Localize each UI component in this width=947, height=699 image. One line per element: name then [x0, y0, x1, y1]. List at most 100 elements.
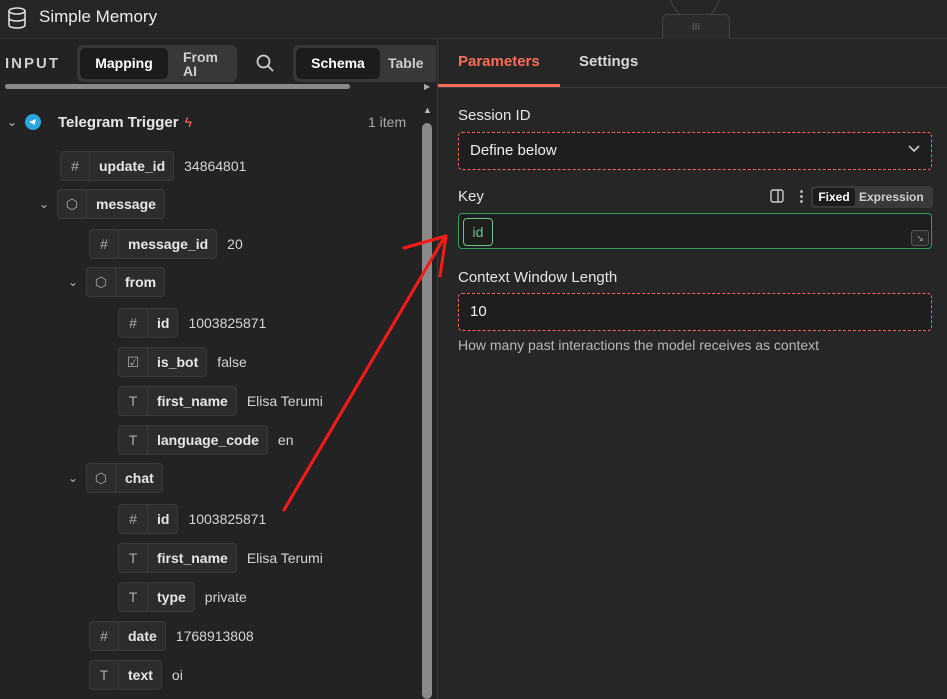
- chevron-down-icon[interactable]: ⌄: [66, 275, 80, 289]
- chevron-down-icon[interactable]: ⌄: [66, 471, 80, 485]
- field-value: false: [217, 354, 247, 370]
- text-type-icon: T: [119, 544, 148, 572]
- tab-table[interactable]: Table: [388, 48, 436, 79]
- context-window-value: 10: [470, 303, 487, 320]
- number-icon: #: [119, 505, 148, 533]
- parameters-panel: Parameters Settings Session ID Define be…: [437, 39, 947, 699]
- session-id-label: Session ID: [458, 107, 531, 124]
- field-pill[interactable]: # update_id: [60, 151, 175, 181]
- tree-row[interactable]: Ttype private: [118, 582, 247, 612]
- number-icon: #: [90, 230, 119, 258]
- tree-row[interactable]: ⌄ ⬡ chat: [66, 463, 163, 493]
- tab-settings[interactable]: Settings: [579, 53, 638, 70]
- context-window-hint: How many past interactions the model rec…: [458, 337, 820, 353]
- field-pill[interactable]: ⬡ message: [57, 189, 165, 219]
- session-id-value: Define below: [470, 142, 557, 159]
- field-value: en: [277, 432, 294, 448]
- tab-schema[interactable]: Schema: [296, 48, 380, 79]
- key-token[interactable]: id: [463, 218, 493, 246]
- horizontal-scrollbar[interactable]: [5, 84, 350, 89]
- node-name: Telegram Trigger: [58, 113, 179, 131]
- key-label: Key: [458, 188, 484, 205]
- tree-row[interactable]: Ttext oi: [89, 660, 183, 690]
- tab-from-ai[interactable]: From AI: [183, 48, 225, 81]
- field-pill[interactable]: # id: [118, 308, 179, 338]
- field-pill[interactable]: Tlanguage_code: [118, 425, 268, 455]
- field-pill[interactable]: Tfirst_name: [118, 386, 237, 416]
- search-icon[interactable]: [255, 53, 275, 73]
- field-value: 1768913808: [175, 628, 254, 644]
- node-title: Simple Memory: [39, 7, 158, 26]
- fixed-mode-button[interactable]: Fixed: [813, 188, 855, 206]
- tree-row[interactable]: # date 1768913808: [89, 621, 254, 651]
- cube-icon: ⬡: [58, 190, 87, 218]
- text-type-icon: T: [119, 426, 148, 454]
- field-pill[interactable]: Tfirst_name: [118, 543, 237, 573]
- tree-row[interactable]: Tfirst_name Elisa Terumi: [118, 386, 323, 416]
- context-window-input[interactable]: 10: [458, 293, 932, 331]
- field-value: oi: [171, 667, 183, 683]
- tab-parameters[interactable]: Parameters: [458, 53, 540, 70]
- expression-mode-button[interactable]: Expression: [859, 188, 924, 206]
- tree-row[interactable]: ⌄ ⬡ message: [37, 189, 165, 219]
- field-value: private: [204, 589, 247, 605]
- vertical-scrollbar[interactable]: [422, 123, 432, 699]
- key-input[interactable]: id ↘: [458, 213, 932, 249]
- chevron-down-icon: [908, 145, 920, 153]
- field-value: 34864801: [184, 158, 247, 174]
- fixed-expression-toggle: Fixed Expression: [811, 186, 933, 208]
- more-options-icon[interactable]: ⋮: [794, 187, 809, 205]
- chevron-down-icon[interactable]: ⌄: [37, 197, 51, 211]
- input-toolbar: INPUT Mapping From AI Schema Table ▶: [0, 39, 436, 91]
- chevron-down-icon[interactable]: ⌄: [5, 115, 19, 129]
- number-icon: #: [119, 309, 148, 337]
- field-pill[interactable]: ☑ is_bot: [118, 347, 208, 377]
- top-bar: Simple Memory III: [0, 0, 947, 42]
- field-pill[interactable]: ⬡ from: [86, 267, 166, 297]
- input-label: INPUT: [5, 55, 60, 72]
- field-value: Elisa Terumi: [246, 550, 323, 566]
- tree-row[interactable]: ⌄ ⬡ from: [66, 267, 166, 297]
- input-panel: INPUT Mapping From AI Schema Table ▶ ▲ ⌄…: [0, 39, 436, 699]
- tree-row[interactable]: # id 1003825871: [118, 504, 267, 534]
- number-icon: #: [90, 622, 119, 650]
- scroll-right-arrow-icon[interactable]: ▶: [424, 82, 430, 91]
- split-panel-icon[interactable]: [770, 189, 784, 203]
- field-pill[interactable]: # id: [118, 504, 179, 534]
- drag-handle[interactable]: III: [662, 14, 730, 42]
- field-pill[interactable]: ⬡ chat: [86, 463, 163, 493]
- field-value: Elisa Terumi: [246, 393, 323, 409]
- tree-row[interactable]: # message_id 20: [89, 229, 243, 259]
- view-toggle: Schema Table: [293, 45, 436, 82]
- params-tabs: Parameters Settings: [438, 39, 947, 88]
- tab-mapping[interactable]: Mapping: [80, 48, 168, 79]
- mode-toggle: Mapping From AI: [77, 45, 237, 82]
- tree-row[interactable]: Tlanguage_code en: [118, 425, 294, 455]
- context-window-label: Context Window Length: [458, 269, 618, 286]
- lightning-icon: ϟ: [184, 114, 193, 130]
- expand-editor-icon[interactable]: ↘: [911, 230, 929, 246]
- cube-icon: ⬡: [87, 464, 116, 492]
- number-icon: #: [61, 152, 90, 180]
- field-value: 1003825871: [188, 315, 267, 331]
- item-count: 1 item: [368, 114, 407, 130]
- checkbox-icon: ☑: [119, 348, 148, 376]
- field-pill[interactable]: Ttype: [118, 582, 195, 612]
- tree-row[interactable]: ☑ is_bot false: [118, 347, 247, 377]
- field-pill[interactable]: # date: [89, 621, 166, 651]
- field-value: 1003825871: [188, 511, 267, 527]
- cube-icon: ⬡: [87, 268, 116, 296]
- field-pill[interactable]: Ttext: [89, 660, 162, 690]
- scroll-up-arrow-icon[interactable]: ▲: [423, 105, 432, 115]
- field-value: 20: [227, 236, 243, 252]
- telegram-icon: [25, 114, 41, 130]
- tree-row[interactable]: # update_id 34864801: [60, 151, 247, 181]
- tree-row[interactable]: Tfirst_name Elisa Terumi: [118, 543, 323, 573]
- text-type-icon: T: [90, 661, 119, 689]
- node-row[interactable]: ⌄ Telegram Trigger ϟ: [5, 108, 192, 136]
- field-pill[interactable]: # message_id: [89, 229, 218, 259]
- active-tab-indicator: [438, 84, 560, 87]
- database-icon: [8, 7, 26, 29]
- session-id-select[interactable]: Define below: [458, 132, 932, 170]
- tree-row[interactable]: # id 1003825871: [118, 308, 267, 338]
